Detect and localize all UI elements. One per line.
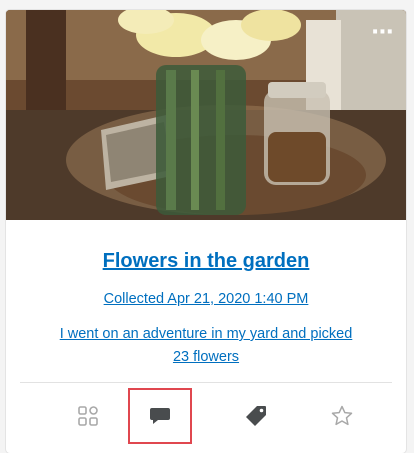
comment-button[interactable] (128, 388, 192, 444)
photo-illustration (6, 10, 406, 220)
tag-icon (246, 406, 266, 426)
card-actions-bar (6, 388, 406, 450)
comment-icon (150, 408, 170, 424)
more-icon: ⋯ (371, 20, 395, 45)
page: ⋯ Flowers in the garden Collected Apr 21… (0, 0, 414, 453)
attach-icon (78, 406, 98, 426)
more-options-button[interactable]: ⋯ (370, 20, 396, 45)
favorite-button[interactable] (312, 390, 372, 442)
collected-date-link[interactable]: Collected Apr 21, 2020 1:40 PM (6, 291, 406, 307)
tag-button[interactable] (226, 390, 286, 442)
collection-card: ⋯ Flowers in the garden Collected Apr 21… (6, 10, 406, 453)
attach-button[interactable] (58, 390, 118, 442)
description-link[interactable]: I went on an adventure in my yard and pi… (56, 323, 356, 369)
actions-divider (20, 382, 392, 383)
flowers-photo[interactable]: ⋯ (6, 10, 406, 220)
card-title-link[interactable]: Flowers in the garden (6, 250, 406, 273)
star-icon (331, 405, 353, 426)
